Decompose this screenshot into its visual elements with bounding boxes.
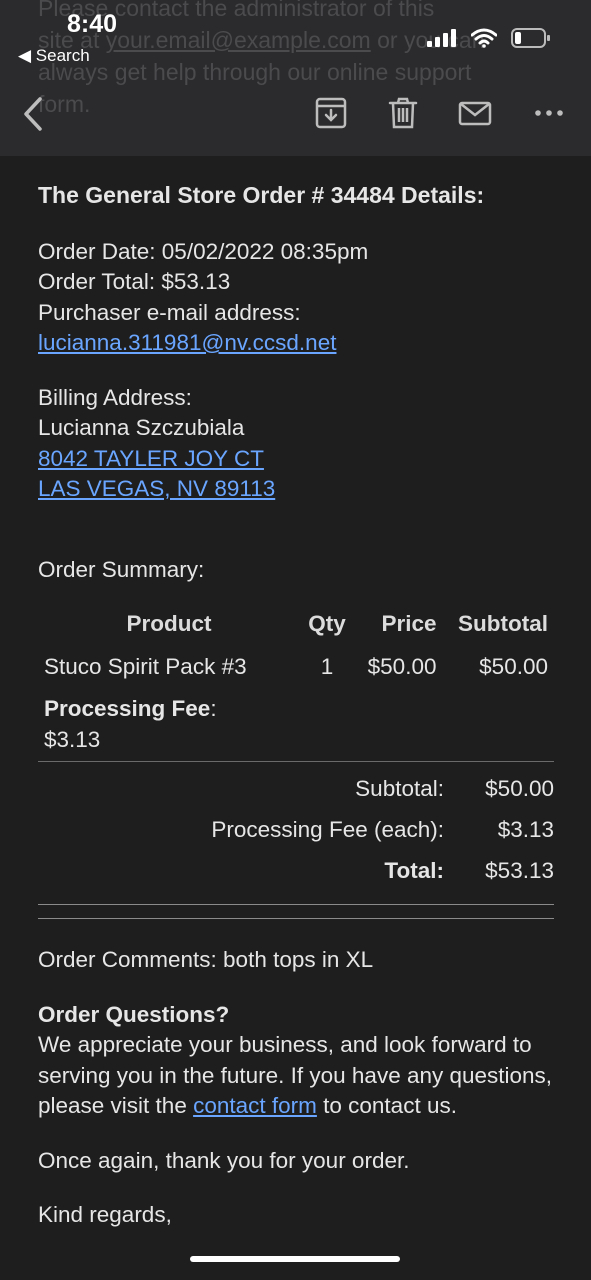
cellular-signal-icon xyxy=(427,29,456,47)
order-summary-label: Order Summary: xyxy=(38,556,205,582)
subtotal-label: Subtotal: xyxy=(355,776,444,802)
subtotal-value: $50.00 xyxy=(485,776,554,802)
total-row: Total: $53.13 xyxy=(38,851,554,892)
table-row: Stuco Spirit Pack #3 1 $50.00 $50.00 xyxy=(38,646,554,689)
battery-icon xyxy=(511,28,550,48)
order-heading: The General Store Order # 34484 Details: xyxy=(38,182,485,208)
address-line1-link[interactable]: 8042 TAYLER JOY CT xyxy=(38,446,264,471)
status-indicators xyxy=(427,28,551,48)
total-label: Total: xyxy=(384,858,444,884)
order-info: Order Date: 05/02/2022 08:35pm Order Tot… xyxy=(38,237,558,359)
billing-label: Billing Address: xyxy=(38,384,192,410)
processing-fee-each-value: $3.13 xyxy=(497,817,554,843)
item-price: $50.00 xyxy=(367,653,437,679)
email-body: The General Store Order # 34484 Details:… xyxy=(38,180,558,1231)
ghost-link: your.email@example.com xyxy=(105,27,371,53)
column-header-price: Price xyxy=(381,611,437,636)
more-icon[interactable] xyxy=(532,96,566,130)
order-questions-title: Order Questions? xyxy=(38,1001,230,1027)
processing-fee-colon: : xyxy=(210,696,217,721)
processing-fee-each-label: Processing Fee (each): xyxy=(211,817,444,843)
purchaser-email-link[interactable]: lucianna.311981@nv.ccsd.net xyxy=(38,330,336,355)
thank-you-text: Once again, thank you for your order. xyxy=(38,1147,410,1173)
divider xyxy=(38,918,554,919)
divider xyxy=(38,904,554,905)
table-divider xyxy=(38,761,554,763)
subtotal-row: Subtotal: $50.00 xyxy=(38,769,554,810)
chevron-left-icon[interactable] xyxy=(20,96,48,132)
processing-fee-row: Processing Fee: $3.13 xyxy=(38,688,554,762)
total-value: $53.13 xyxy=(485,858,554,884)
top-bar: Please contact the administrator of this… xyxy=(0,0,591,156)
item-product: Stuco Spirit Pack #3 xyxy=(44,653,247,679)
ghost-line: always get help through our online suppo… xyxy=(38,59,472,85)
order-questions: Order Questions? We appreciate your busi… xyxy=(38,1000,558,1122)
order-date: Order Date: 05/02/2022 08:35pm xyxy=(38,238,369,264)
kind-regards-text: Kind regards, xyxy=(38,1202,172,1227)
home-indicator xyxy=(190,1256,400,1262)
billing-address: Billing Address: Lucianna Szczubiala 804… xyxy=(38,383,558,505)
mail-icon[interactable] xyxy=(458,96,492,130)
trash-icon[interactable] xyxy=(386,96,420,130)
status-time: 8:40 xyxy=(67,10,118,38)
item-qty: 1 xyxy=(320,653,334,679)
wifi-icon xyxy=(471,28,497,48)
order-totals: Subtotal: $50.00 Processing Fee (each): … xyxy=(38,769,554,892)
column-header-subtotal: Subtotal xyxy=(458,611,548,636)
item-subtotal: $50.00 xyxy=(479,653,548,679)
archive-icon[interactable] xyxy=(314,96,348,130)
purchaser-email-label: Purchaser e-mail address: xyxy=(38,299,301,325)
column-header-qty: Qty xyxy=(308,611,346,636)
order-comments: Order Comments: both tops in XL xyxy=(38,947,374,972)
column-header-product: Product xyxy=(126,611,212,636)
processing-fee-value: $3.13 xyxy=(44,726,101,752)
questions-text: to contact us. xyxy=(316,1093,457,1118)
order-total: Order Total: $53.13 xyxy=(38,269,231,294)
order-items-table: Product Qty Price Subtotal Stuco Spirit … xyxy=(38,603,554,763)
processing-fee-label: Processing Fee xyxy=(44,696,211,721)
address-line2-link[interactable]: LAS VEGAS, NV 89113 xyxy=(38,476,275,501)
order-questions-text: We appreciate your business, and look fo… xyxy=(38,1030,558,1122)
billing-name: Lucianna Szczubiala xyxy=(38,415,245,440)
back-to-search-link[interactable]: ◀ Search xyxy=(18,46,90,66)
processing-fee-each-row: Processing Fee (each): $3.13 xyxy=(38,810,554,851)
table-header-row: Product Qty Price Subtotal xyxy=(38,603,554,646)
contact-form-link[interactable]: contact form xyxy=(193,1093,317,1118)
